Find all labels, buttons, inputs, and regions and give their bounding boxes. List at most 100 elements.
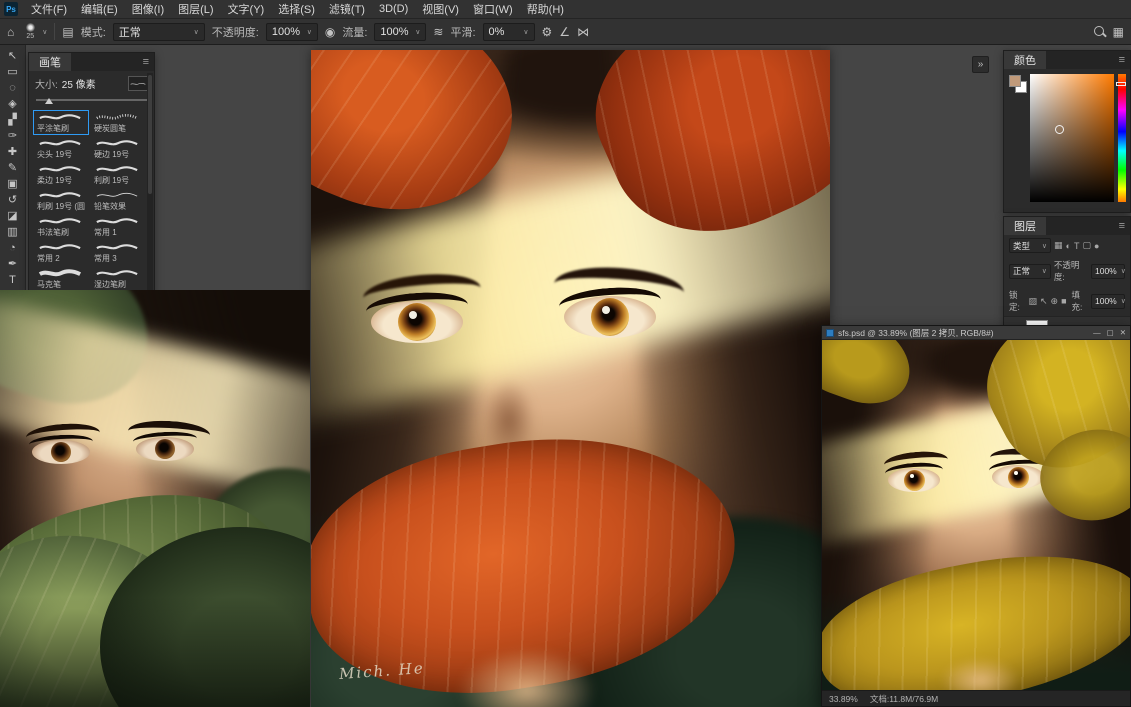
lock-transparent-icon[interactable]: ▨ [1028,296,1037,307]
brush-size-value: 25 [26,33,35,40]
home-icon[interactable]: ⌂ [7,26,14,38]
menu-type[interactable]: 文字(Y) [221,0,272,18]
quick-select-tool[interactable]: ◈ [2,96,24,111]
lock-artboard-icon[interactable]: ⊕ [1051,296,1059,307]
brush-preset-10[interactable]: 常用 2 [33,240,89,265]
blur-tool[interactable]: ◔ [2,240,24,255]
menu-window[interactable]: 窗口(W) [466,0,520,18]
brush-angle-icon[interactable]: ∠ [559,26,570,38]
menu-file[interactable]: 文件(F) [24,0,74,18]
lock-all-icon[interactable]: ■ [1061,296,1066,306]
pen-tool[interactable]: ✒ [2,256,24,271]
layer-opacity-select[interactable]: 100% ∨ [1091,263,1126,279]
brush-preset-1[interactable]: 硬炭圆笔 [90,110,146,135]
brush-size-value[interactable]: 25 像素 [62,76,96,91]
minimize-icon[interactable]: — [1093,328,1101,337]
layer-filter-select[interactable]: 类型 ∨ [1009,238,1051,253]
airbrush-icon[interactable]: ≋ [433,26,443,38]
brush-settings-toggle-icon[interactable]: ▤ [62,26,73,38]
workspace-switcher-icon[interactable]: ▦ [1113,26,1124,38]
menu-edit[interactable]: 编辑(E) [74,0,125,18]
tab-layers[interactable]: 图层 [1004,217,1046,235]
brush-preset-12[interactable]: 马克笔 [33,266,89,291]
move-tool[interactable]: ↖ [2,48,24,63]
floating-window-statusbar: 33.89% 文档:11.8M/76.9M [822,690,1130,706]
pressure-opacity-icon[interactable]: ◉ [325,26,335,38]
menu-help[interactable]: 帮助(H) [520,0,571,18]
hue-slider[interactable] [1116,74,1126,202]
marquee-tool[interactable]: ▭ [2,64,24,79]
brush-preset-0[interactable]: 平涂笔刷 [33,110,89,135]
panel-menu-icon[interactable]: ≡ [1114,217,1130,235]
brush-preset-6[interactable]: 利刷 19号 (圆... [33,188,89,213]
slider-thumb[interactable] [44,98,53,104]
menu-image[interactable]: 图像(I) [125,0,171,18]
maximize-icon[interactable]: ▢ [1107,328,1114,337]
symmetry-icon[interactable]: ⋈ [577,26,589,38]
lasso-tool[interactable]: ◌ [2,80,24,95]
saturation-brightness-field[interactable] [1030,74,1114,202]
brush-preset-2[interactable]: 尖头 19号 [33,136,89,161]
crop-tool[interactable]: ▞ [2,112,24,127]
menu-3d[interactable]: 3D(D) [372,0,415,18]
hue-cursor[interactable] [1116,81,1126,86]
smoothing-select[interactable]: 0% ∨ [482,22,535,41]
brush-preset-picker[interactable]: 25 ∨ [21,23,47,40]
flow-select[interactable]: 100% ∨ [374,22,427,41]
foreground-background-swatches[interactable] [1009,75,1027,93]
tab-color[interactable]: 颜色 [1004,51,1046,69]
filter-smart-icon[interactable]: ● [1094,241,1099,251]
zoom-level[interactable]: 33.89% [829,694,858,704]
brush-preset-13[interactable]: 湿边笔刷 [90,266,146,291]
panel-menu-icon[interactable]: ≡ [1114,51,1130,69]
brush-size-slider[interactable] [36,95,147,105]
brush-preset-11[interactable]: 常用 3 [90,240,146,265]
healing-tool[interactable]: ✚ [2,144,24,159]
blend-mode-select[interactable]: 正常 ∨ [112,22,205,41]
document-canvas[interactable]: Mich. He [311,50,830,707]
chevron-down-icon: ∨ [1120,298,1126,305]
menu-layer[interactable]: 图层(L) [171,0,220,18]
floating-window-titlebar[interactable]: sfs.psd @ 33.89% (图层 2 拷贝, RGB/8#) — ▢ ✕ [822,326,1130,340]
brush-preset-8[interactable]: 书法笔刷 [33,214,89,239]
stroke-preview-button[interactable] [128,76,148,91]
clone-stamp-tool[interactable]: ▣ [2,176,24,191]
gradient-tool[interactable]: ▥ [2,224,24,239]
smoothing-gear-icon[interactable]: ⚙ [542,26,553,38]
tab-brushes[interactable]: 画笔 [29,53,71,71]
floating-document-canvas[interactable] [822,340,1130,690]
type-tool[interactable]: T [2,272,24,287]
collapse-panels-button[interactable]: » [972,56,989,73]
brush-preset-4[interactable]: 柔边 19号 [33,162,89,187]
photoshop-logo-icon[interactable]: Ps [4,2,18,16]
brush-preset-7[interactable]: 铅笔效果 [90,188,146,213]
menu-view[interactable]: 视图(V) [415,0,466,18]
brush-preset-9[interactable]: 常用 1 [90,214,146,239]
layer-fill-value: 100% [1094,296,1117,306]
scrollbar[interactable] [147,73,153,290]
filter-type-icon[interactable]: T [1074,241,1080,251]
eraser-tool[interactable]: ◪ [2,208,24,223]
layer-blend-select[interactable]: 正常 ∨ [1009,263,1051,279]
close-icon[interactable]: ✕ [1120,328,1126,337]
foreground-color-swatch[interactable] [1009,75,1021,87]
eyedropper-tool[interactable]: ✑ [2,128,24,143]
filter-shape-icon[interactable]: ▢ [1082,240,1091,251]
lock-position-icon[interactable]: ↖ [1040,296,1048,307]
panel-menu-icon[interactable]: ≡ [138,53,154,71]
color-cursor[interactable] [1055,125,1065,135]
brush-tool[interactable]: ✎ [2,160,24,175]
brush-preset-3[interactable]: 硬边 19号 [90,136,146,161]
scrollbar-thumb[interactable] [148,75,152,195]
filter-pixel-icon[interactable]: ▦ [1054,240,1063,251]
opacity-select[interactable]: 100% ∨ [265,22,318,41]
brush-preset-5[interactable]: 利刷 19号 [90,162,146,187]
photo-right-eye [132,430,198,461]
history-brush-tool[interactable]: ↺ [2,192,24,207]
reference-photo[interactable] [0,290,310,707]
menu-select[interactable]: 选择(S) [271,0,322,18]
filter-adjustment-icon[interactable]: ◐ [1066,241,1071,251]
menu-filter[interactable]: 滤镜(T) [322,0,372,18]
layer-fill-select[interactable]: 100% ∨ [1090,293,1126,309]
search-icon[interactable] [1093,25,1106,38]
